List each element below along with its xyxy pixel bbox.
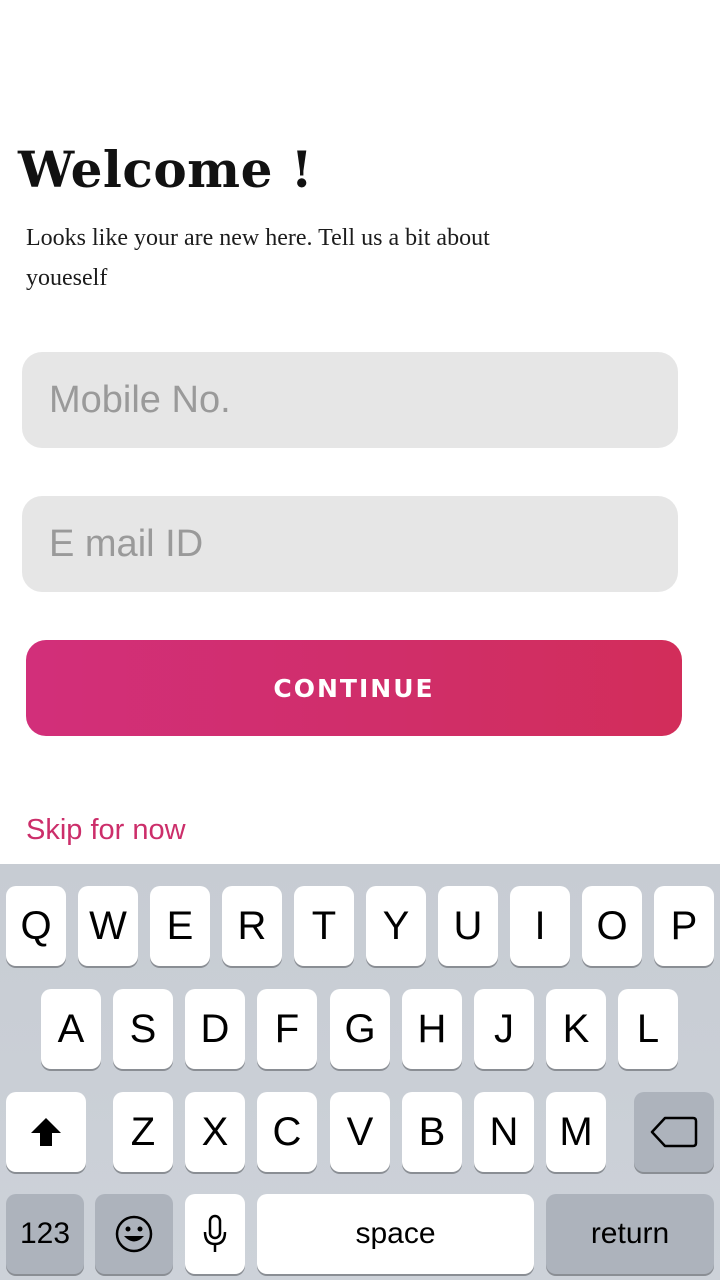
key-w[interactable]: W <box>78 886 138 966</box>
key-y[interactable]: Y <box>366 886 426 966</box>
key-e[interactable]: E <box>150 886 210 966</box>
numbers-key[interactable]: 123 <box>6 1194 84 1274</box>
key-l[interactable]: L <box>618 989 678 1069</box>
emoji-icon <box>115 1215 153 1253</box>
key-c[interactable]: C <box>257 1092 317 1172</box>
key-s[interactable]: S <box>113 989 173 1069</box>
key-g[interactable]: G <box>330 989 390 1069</box>
backspace-key[interactable] <box>634 1092 714 1172</box>
key-r[interactable]: R <box>222 886 282 966</box>
key-j[interactable]: J <box>474 989 534 1069</box>
on-screen-keyboard: Q W E R T Y U I O P A S D F G H J K L Z … <box>0 864 720 1280</box>
key-n[interactable]: N <box>474 1092 534 1172</box>
microphone-key[interactable] <box>185 1194 245 1274</box>
key-u[interactable]: U <box>438 886 498 966</box>
key-k[interactable]: K <box>546 989 606 1069</box>
key-p[interactable]: P <box>654 886 714 966</box>
continue-button[interactable]: CONTINUE <box>26 640 682 736</box>
skip-for-now-link[interactable]: Skip for now <box>26 814 186 847</box>
key-q[interactable]: Q <box>6 886 66 966</box>
key-v[interactable]: V <box>330 1092 390 1172</box>
key-f[interactable]: F <box>257 989 317 1069</box>
mobile-number-input[interactable] <box>22 352 678 448</box>
key-x[interactable]: X <box>185 1092 245 1172</box>
key-z[interactable]: Z <box>113 1092 173 1172</box>
shift-icon <box>31 1118 61 1146</box>
key-m[interactable]: M <box>546 1092 606 1172</box>
email-input[interactable] <box>22 496 678 592</box>
key-d[interactable]: D <box>185 989 245 1069</box>
key-b[interactable]: B <box>402 1092 462 1172</box>
key-h[interactable]: H <box>402 989 462 1069</box>
microphone-icon <box>203 1214 227 1252</box>
key-o[interactable]: O <box>582 886 642 966</box>
shift-key[interactable] <box>6 1092 86 1172</box>
space-key[interactable]: space <box>257 1194 534 1274</box>
return-key[interactable]: return <box>546 1194 714 1274</box>
key-i[interactable]: I <box>510 886 570 966</box>
welcome-subtitle: Looks like your are new here. Tell us a … <box>26 225 490 291</box>
emoji-key[interactable] <box>95 1194 173 1274</box>
welcome-title: Welcome ! <box>18 140 314 199</box>
key-a[interactable]: A <box>41 989 101 1069</box>
backspace-icon <box>650 1116 698 1148</box>
key-t[interactable]: T <box>294 886 354 966</box>
